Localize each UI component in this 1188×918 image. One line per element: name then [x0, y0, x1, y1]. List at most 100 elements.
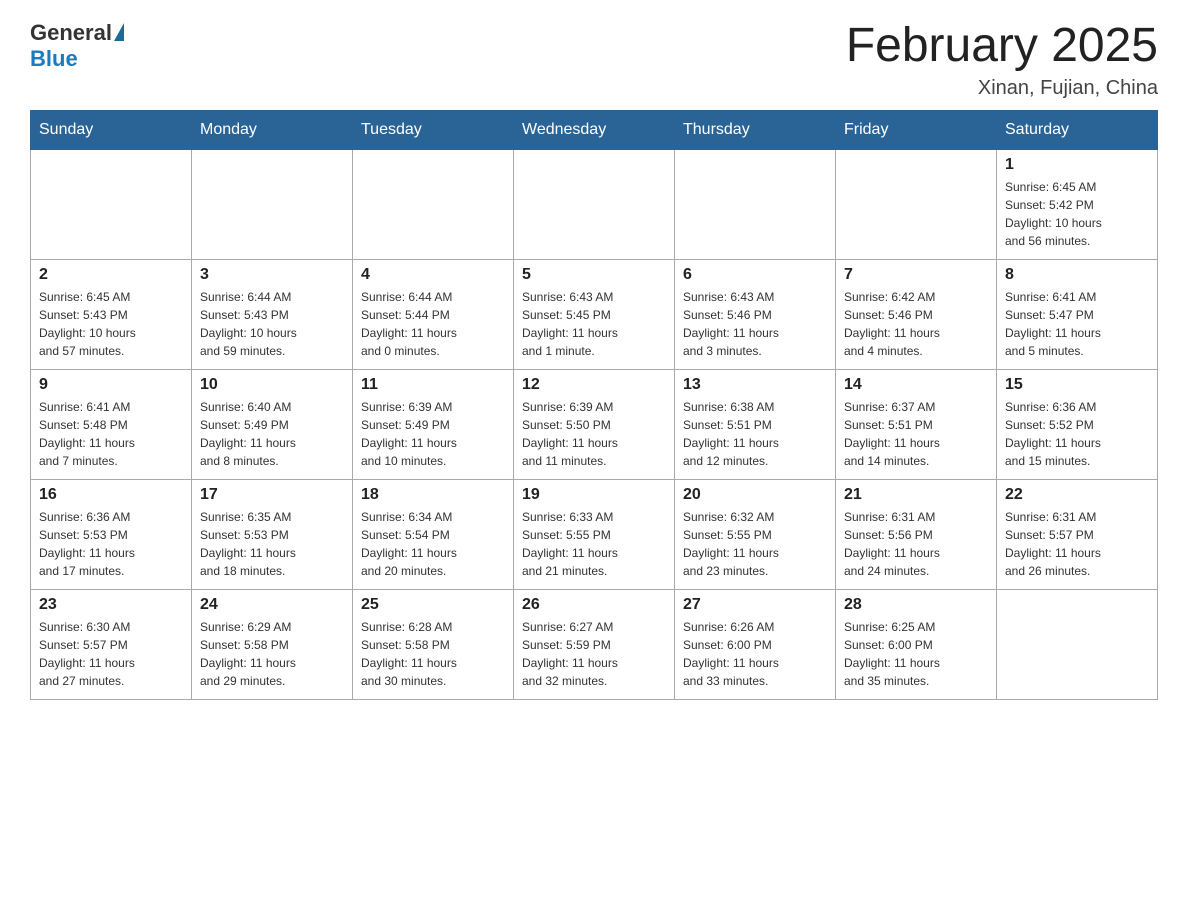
calendar-cell: 5Sunrise: 6:43 AM Sunset: 5:45 PM Daylig… — [514, 259, 675, 369]
day-number: 20 — [683, 486, 827, 504]
day-info: Sunrise: 6:28 AM Sunset: 5:58 PM Dayligh… — [361, 618, 505, 690]
title-block: February 2025 Xinan, Fujian, China — [846, 20, 1158, 100]
weekday-header-friday: Friday — [836, 110, 997, 149]
day-info: Sunrise: 6:36 AM Sunset: 5:53 PM Dayligh… — [39, 508, 183, 580]
calendar-cell — [192, 149, 353, 259]
calendar-cell: 4Sunrise: 6:44 AM Sunset: 5:44 PM Daylig… — [353, 259, 514, 369]
calendar-cell: 26 Sunrise: 6:27 AM Sunset: 5:59 PM Dayli… — [514, 589, 675, 699]
day-info: Sunrise: 6:41 AM Sunset: 5:48 PM Dayligh… — [39, 398, 183, 470]
month-title: February 2025 — [846, 20, 1158, 73]
day-number: 6 — [683, 266, 827, 284]
logo: General Blue — [30, 20, 124, 72]
calendar-cell: 28Sunrise: 6:25 AM Sunset: 6:00 PM Dayli… — [836, 589, 997, 699]
day-info: Sunrise: 6:32 AM Sunset: 5:55 PM Dayligh… — [683, 508, 827, 580]
day-info: Sunrise: 6:27 AM Sunset: 5:59 PM Dayligh… — [522, 618, 666, 690]
day-info: Sunrise: 6:34 AM Sunset: 5:54 PM Dayligh… — [361, 508, 505, 580]
day-number: 27 — [683, 596, 827, 614]
calendar-cell — [31, 149, 192, 259]
calendar-cell: 16 Sunrise: 6:36 AM Sunset: 5:53 PM Dayli… — [31, 479, 192, 589]
day-number: 19 — [522, 486, 666, 504]
calendar-cell: 19 Sunrise: 6:33 AM Sunset: 5:55 PM Dayli… — [514, 479, 675, 589]
calendar-cell: 11 Sunrise: 6:39 AM Sunset: 5:49 PM Dayli… — [353, 369, 514, 479]
weekday-header-thursday: Thursday — [675, 110, 836, 149]
day-number: 10 — [200, 376, 344, 394]
calendar-cell: 8Sunrise: 6:41 AM Sunset: 5:47 PM Daylig… — [997, 259, 1158, 369]
calendar-cell: 18 Sunrise: 6:34 AM Sunset: 5:54 PM Dayli… — [353, 479, 514, 589]
calendar-cell — [997, 589, 1158, 699]
calendar-cell — [514, 149, 675, 259]
calendar-cell: 24 Sunrise: 6:29 AM Sunset: 5:58 PM Dayli… — [192, 589, 353, 699]
day-info: Sunrise: 6:45 AM Sunset: 5:42 PM Dayligh… — [1005, 178, 1149, 250]
day-info: Sunrise: 6:40 AM Sunset: 5:49 PM Dayligh… — [200, 398, 344, 470]
day-number: 8 — [1005, 266, 1149, 284]
day-info: Sunrise: 6:39 AM Sunset: 5:50 PM Dayligh… — [522, 398, 666, 470]
day-number: 22 — [1005, 486, 1149, 504]
day-number: 13 — [683, 376, 827, 394]
day-number: 24 — [200, 596, 344, 614]
weekday-header-monday: Monday — [192, 110, 353, 149]
calendar-cell: 20 Sunrise: 6:32 AM Sunset: 5:55 PM Dayli… — [675, 479, 836, 589]
day-number: 25 — [361, 596, 505, 614]
day-info: Sunrise: 6:43 AM Sunset: 5:46 PM Dayligh… — [683, 288, 827, 360]
day-info: Sunrise: 6:26 AM Sunset: 6:00 PM Dayligh… — [683, 618, 827, 690]
calendar-cell: 9Sunrise: 6:41 AM Sunset: 5:48 PM Daylig… — [31, 369, 192, 479]
day-number: 2 — [39, 266, 183, 284]
calendar-cell: 10 Sunrise: 6:40 AM Sunset: 5:49 PM Dayli… — [192, 369, 353, 479]
day-info: Sunrise: 6:30 AM Sunset: 5:57 PM Dayligh… — [39, 618, 183, 690]
week-row-5: 23 Sunrise: 6:30 AM Sunset: 5:57 PM Dayli… — [31, 589, 1158, 699]
calendar-cell: 6 Sunrise: 6:43 AM Sunset: 5:46 PM Daylig… — [675, 259, 836, 369]
day-info: Sunrise: 6:31 AM Sunset: 5:57 PM Dayligh… — [1005, 508, 1149, 580]
calendar-cell: 7 Sunrise: 6:42 AM Sunset: 5:46 PM Daylig… — [836, 259, 997, 369]
week-row-3: 9Sunrise: 6:41 AM Sunset: 5:48 PM Daylig… — [31, 369, 1158, 479]
calendar-cell: 15Sunrise: 6:36 AM Sunset: 5:52 PM Dayli… — [997, 369, 1158, 479]
weekday-header-wednesday: Wednesday — [514, 110, 675, 149]
page-header: General Blue February 2025 Xinan, Fujian… — [30, 20, 1158, 100]
calendar-cell: 25 Sunrise: 6:28 AM Sunset: 5:58 PM Dayli… — [353, 589, 514, 699]
calendar-cell: 17 Sunrise: 6:35 AM Sunset: 5:53 PM Dayli… — [192, 479, 353, 589]
calendar-cell: 27 Sunrise: 6:26 AM Sunset: 6:00 PM Dayli… — [675, 589, 836, 699]
calendar-cell: 3 Sunrise: 6:44 AM Sunset: 5:43 PM Daylig… — [192, 259, 353, 369]
logo-triangle-icon — [114, 23, 124, 41]
day-info: Sunrise: 6:35 AM Sunset: 5:53 PM Dayligh… — [200, 508, 344, 580]
calendar-cell: 22 Sunrise: 6:31 AM Sunset: 5:57 PM Dayli… — [997, 479, 1158, 589]
day-number: 18 — [361, 486, 505, 504]
day-info: Sunrise: 6:36 AM Sunset: 5:52 PM Dayligh… — [1005, 398, 1149, 470]
week-row-4: 16 Sunrise: 6:36 AM Sunset: 5:53 PM Dayli… — [31, 479, 1158, 589]
day-number: 26 — [522, 596, 666, 614]
day-number: 11 — [361, 376, 505, 394]
day-info: Sunrise: 6:42 AM Sunset: 5:46 PM Dayligh… — [844, 288, 988, 360]
day-number: 16 — [39, 486, 183, 504]
calendar-cell: 12 Sunrise: 6:39 AM Sunset: 5:50 PM Dayli… — [514, 369, 675, 479]
day-number: 12 — [522, 376, 666, 394]
day-info: Sunrise: 6:29 AM Sunset: 5:58 PM Dayligh… — [200, 618, 344, 690]
weekday-header-tuesday: Tuesday — [353, 110, 514, 149]
calendar-cell — [836, 149, 997, 259]
day-info: Sunrise: 6:44 AM Sunset: 5:43 PM Dayligh… — [200, 288, 344, 360]
calendar-cell: 2 Sunrise: 6:45 AM Sunset: 5:43 PM Daylig… — [31, 259, 192, 369]
day-info: Sunrise: 6:44 AM Sunset: 5:44 PM Dayligh… — [361, 288, 505, 360]
location: Xinan, Fujian, China — [846, 77, 1158, 100]
weekday-header-sunday: Sunday — [31, 110, 192, 149]
weekday-header-saturday: Saturday — [997, 110, 1158, 149]
day-info: Sunrise: 6:25 AM Sunset: 6:00 PM Dayligh… — [844, 618, 988, 690]
day-number: 17 — [200, 486, 344, 504]
day-info: Sunrise: 6:45 AM Sunset: 5:43 PM Dayligh… — [39, 288, 183, 360]
weekday-header-row: SundayMondayTuesdayWednesdayThursdayFrid… — [31, 110, 1158, 149]
calendar-cell: 14Sunrise: 6:37 AM Sunset: 5:51 PM Dayli… — [836, 369, 997, 479]
day-number: 3 — [200, 266, 344, 284]
day-info: Sunrise: 6:38 AM Sunset: 5:51 PM Dayligh… — [683, 398, 827, 470]
day-info: Sunrise: 6:33 AM Sunset: 5:55 PM Dayligh… — [522, 508, 666, 580]
day-number: 14 — [844, 376, 988, 394]
day-info: Sunrise: 6:43 AM Sunset: 5:45 PM Dayligh… — [522, 288, 666, 360]
week-row-1: 1Sunrise: 6:45 AM Sunset: 5:42 PM Daylig… — [31, 149, 1158, 259]
day-number: 23 — [39, 596, 183, 614]
day-number: 7 — [844, 266, 988, 284]
calendar-cell: 13 Sunrise: 6:38 AM Sunset: 5:51 PM Dayli… — [675, 369, 836, 479]
day-info: Sunrise: 6:31 AM Sunset: 5:56 PM Dayligh… — [844, 508, 988, 580]
calendar-cell: 21 Sunrise: 6:31 AM Sunset: 5:56 PM Dayli… — [836, 479, 997, 589]
calendar-cell — [353, 149, 514, 259]
day-info: Sunrise: 6:39 AM Sunset: 5:49 PM Dayligh… — [361, 398, 505, 470]
calendar-cell: 1Sunrise: 6:45 AM Sunset: 5:42 PM Daylig… — [997, 149, 1158, 259]
logo-blue-text: Blue — [30, 46, 78, 71]
day-number: 21 — [844, 486, 988, 504]
